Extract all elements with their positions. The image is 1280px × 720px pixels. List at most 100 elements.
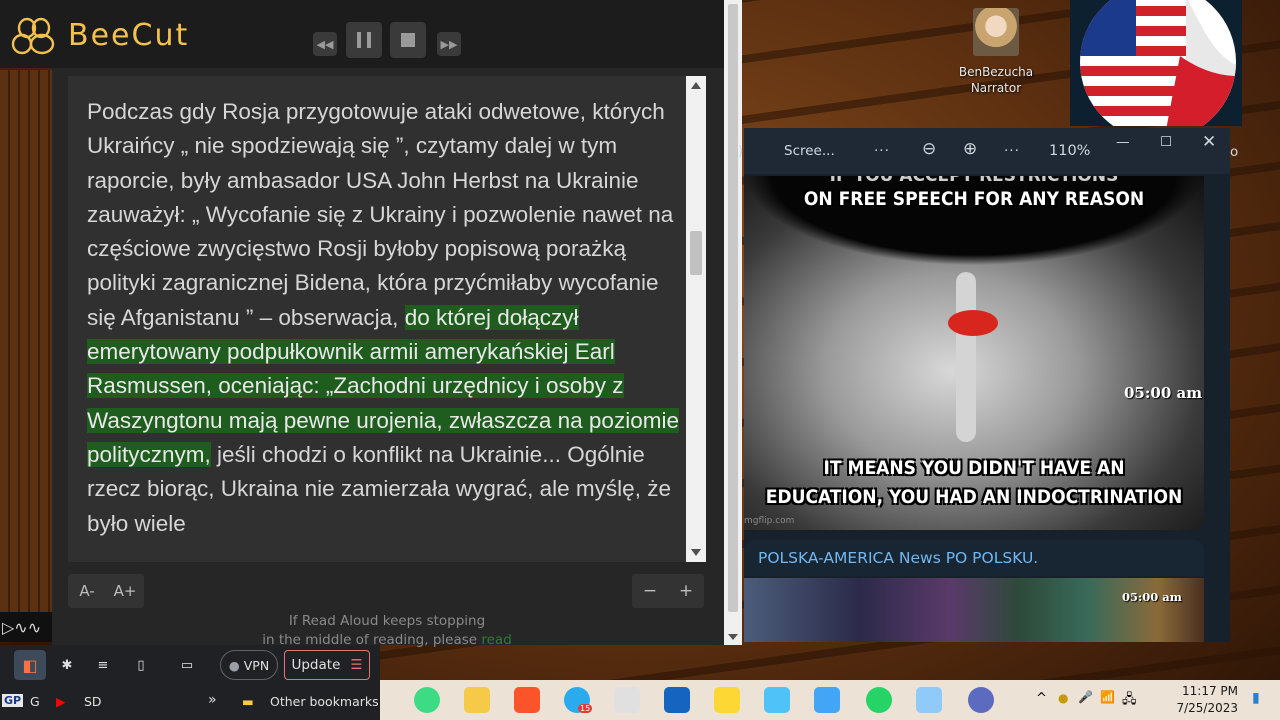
reader-scrollbar[interactable] [686, 76, 706, 562]
fast-forward-icon: ▶▶ [440, 37, 458, 51]
zoom-in-icon[interactable]: ⊕ [963, 139, 977, 159]
video-app-icon[interactable] [664, 687, 690, 713]
media-queue-icon[interactable]: ≡ [88, 650, 118, 680]
beecut-taskbar-icon[interactable] [714, 687, 740, 713]
network-icon[interactable]: 🖧 [1122, 690, 1137, 712]
usa-poland-flag-icon [1080, 0, 1236, 126]
read-aloud-popup: Podczas gdy Rosja przygotowuje ataki odw… [52, 68, 724, 648]
vpn-button[interactable]: ● VPN [220, 650, 278, 680]
brave-browser-icon[interactable] [514, 687, 540, 713]
font-increase-button[interactable]: A+ [106, 582, 144, 600]
bookmark-g[interactable]: G [30, 694, 40, 709]
speed-controls: − + [632, 574, 704, 608]
telegram-badge: 15 [578, 704, 593, 713]
meme-finger-shape [956, 272, 976, 442]
scroll-up-icon[interactable] [691, 82, 701, 89]
pinned-app-icon-1[interactable] [614, 687, 640, 713]
update-button[interactable]: Update ☰ [284, 650, 370, 680]
more-options-icon[interactable]: ··· [874, 143, 890, 159]
bee-logo-icon [11, 17, 55, 55]
meme-top-line-partial: IF YOU ACCEPT RESTRICTIONS [829, 176, 1119, 186]
notes-app-icon[interactable] [764, 687, 790, 713]
window-title: Scree... [784, 143, 835, 159]
meme-top-text: ON FREE SPEECH FOR ANY REASON [803, 188, 1145, 210]
other-bookmarks[interactable]: Other bookmarks [270, 694, 379, 709]
channel-preview-image[interactable]: 05:00 am [744, 578, 1204, 642]
whatsapp-icon[interactable] [866, 687, 892, 713]
wifi-icon[interactable]: 📶 [1100, 690, 1115, 704]
close-icon[interactable]: ✕ [1202, 132, 1216, 152]
vpn-label: VPN [243, 657, 270, 673]
meme-watermark: mgflip.com [744, 516, 795, 526]
narrator-avatar [973, 8, 1019, 56]
stop-icon [401, 33, 415, 47]
zoom-out-icon[interactable]: ⊖ [922, 139, 936, 159]
clock-time: 11:17 PM [1182, 684, 1238, 698]
browser-extension-bar: ◧ ✱ ≡ ▯ ▭ ● VPN Update ☰ [0, 645, 380, 685]
speed-decrease-button[interactable]: − [632, 581, 668, 601]
desktop-icon-narrator[interactable]: BenBezucha Narrator [948, 8, 1044, 96]
telegram-titlebar: ) Scree... ··· ⊖ ⊕ ··· 110% — ☐ ✕ o [738, 128, 1238, 174]
photos-app-icon[interactable] [814, 687, 840, 713]
scroll-down-icon[interactable] [691, 549, 701, 556]
windows-taskbar: 15 ^ ● 🎤 📶 🖧 11:17 PM 7/25/2023 ▮ [380, 680, 1280, 720]
notification-icon[interactable]: ▮ [1252, 690, 1260, 706]
extensions-puzzle-icon[interactable]: ✱ [52, 650, 82, 680]
file-explorer-icon[interactable] [464, 687, 490, 713]
more-options-icon-2[interactable]: ··· [1004, 143, 1020, 159]
read-aloud-extension-icon[interactable]: ◧ [14, 650, 46, 680]
folder-icon: ▬ [242, 694, 254, 709]
popup-scrollbar[interactable] [724, 0, 742, 645]
paint-app-icon[interactable] [916, 687, 942, 713]
telegram-scrollbar[interactable] [1206, 176, 1230, 642]
meme-image[interactable]: IF YOU ACCEPT RESTRICTIONS ON FREE SPEEC… [744, 176, 1204, 530]
help-read-link[interactable]: read [481, 632, 511, 648]
help-line-1: If Read Aloud keeps stopping [288, 613, 486, 629]
app-name: BeeCut [68, 18, 190, 53]
reader-text-panel[interactable]: Podczas gdy Rosja przygotowuje ataki odw… [68, 76, 706, 562]
reader-scroll-thumb[interactable] [690, 231, 702, 275]
more-bookmarks-icon[interactable]: » [208, 692, 217, 708]
stop-button[interactable] [390, 22, 426, 58]
rewind-icon: ◀◀ [316, 37, 334, 51]
fast-forward-button[interactable]: ▶▶ [437, 32, 461, 56]
wallpaper-log-strip [0, 70, 52, 640]
meme-bottom-text-2: EDUCATION, YOU HAD AN INDOCTRINATION [765, 486, 1183, 508]
rewind-button[interactable]: ◀◀ [313, 32, 337, 56]
popup-scroll-thumb[interactable] [728, 4, 738, 612]
maximize-icon[interactable]: ☐ [1160, 134, 1172, 150]
tray-app-icon[interactable]: ● [1058, 691, 1068, 705]
meme-bottom-text-1: IT MEANS YOU DIDN'T HAVE AN [823, 457, 1125, 479]
bookmarks-bar: GP G ▶ SD » ▬ Other bookmarks [0, 685, 380, 720]
update-menu-icon: ☰ [350, 657, 363, 673]
wallet-icon[interactable]: ▭ [172, 650, 202, 680]
narrator-role: Narrator [970, 81, 1022, 95]
tray-chevron-icon[interactable]: ^ [1036, 691, 1047, 706]
speed-increase-button[interactable]: + [668, 581, 704, 601]
sidebar-icon[interactable]: ▯ [126, 650, 156, 680]
channel-link[interactable]: POLSKA-AMERICA News PO POLSKU. [744, 540, 1204, 576]
font-size-controls: A- A+ [68, 574, 144, 608]
microphone-icon[interactable]: 🎤 [1078, 690, 1093, 704]
beecut-toolbar: BeeCut ◀◀ ▶▶ [0, 0, 724, 68]
popup-scroll-down-icon[interactable] [728, 634, 738, 640]
update-label: Update [291, 657, 341, 673]
zoom-level: 110% [1049, 143, 1091, 159]
preview-time: 05:00 am [1122, 590, 1182, 604]
youtube-icon[interactable]: ▶ [56, 694, 66, 709]
audio-wave-indicator: ▷∿∿ [0, 612, 52, 642]
telegram-window: ) Scree... ··· ⊖ ⊕ ··· 110% — ☐ ✕ o IF Y… [738, 128, 1238, 642]
media-player-icon[interactable] [968, 687, 994, 713]
flag-image [1070, 0, 1242, 126]
narrator-name: BenBezucha [958, 65, 1034, 79]
clock-date: 7/25/2023 [1176, 701, 1238, 715]
android-app-icon[interactable] [414, 687, 440, 713]
bookmark-sd[interactable]: SD [84, 694, 102, 709]
reader-text-read: Podczas gdy Rosja przygotowuje ataki odw… [87, 99, 674, 330]
bookmark-gp[interactable]: GP [2, 694, 24, 707]
minimize-icon[interactable]: — [1116, 134, 1130, 150]
font-decrease-button[interactable]: A- [68, 582, 106, 600]
pause-icon [357, 32, 371, 48]
pause-button[interactable] [346, 22, 382, 58]
taskbar-clock[interactable]: 11:17 PM 7/25/2023 [1150, 683, 1238, 717]
